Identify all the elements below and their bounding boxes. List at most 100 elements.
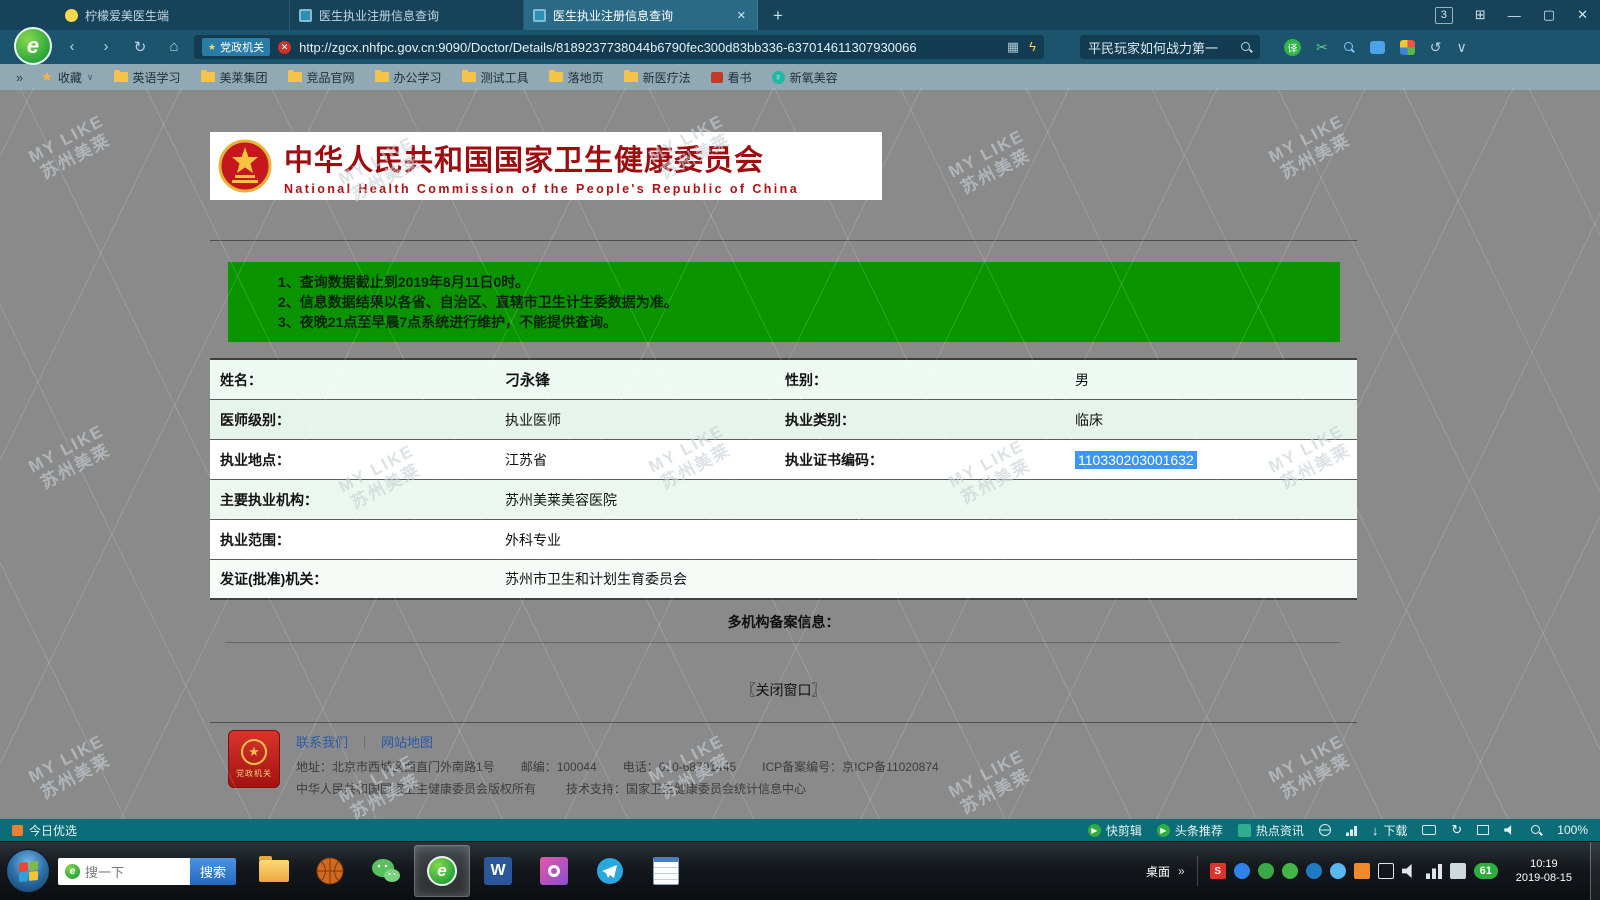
notification-count-badge[interactable]: 61 [1474,863,1498,879]
menu-chevron-icon[interactable]: ∨ [1456,39,1466,56]
tray-display-icon[interactable] [1378,863,1394,879]
undo-icon[interactable]: ↺ [1430,39,1442,56]
taskbar-clock[interactable]: 10:19 2019-08-15 [1506,857,1582,885]
theme-grid-icon[interactable] [1400,40,1415,55]
bookmark-label: 办公学习 [394,69,442,86]
tray-usb-icon[interactable] [1450,863,1466,879]
hot-news-label: 热点资讯 [1256,822,1304,839]
page-search-icon[interactable] [1530,824,1542,836]
browser-icon: e [427,856,457,886]
desktop-toolbar-label[interactable]: 桌面 [1146,863,1170,880]
url-field[interactable]: ★党政机关 ✕ http://zgcx.nhfpc.gov.cn:9090/Do… [194,35,1044,59]
bookmark-item[interactable]: 美莱集团 [191,64,278,90]
browser-logo-icon[interactable]: e [14,27,52,65]
browser-tab-1[interactable]: 柠檬爱美医生端 [56,0,290,30]
monitor-icon[interactable] [1422,825,1436,835]
show-desktop-button[interactable] [1590,842,1600,900]
bookmark-item[interactable]: 新医疗法 [614,64,701,90]
tab-count-badge[interactable]: 3 [1435,7,1453,24]
search-query-text[interactable]: 平民玩家如何战力第一 [1088,38,1234,57]
bookmark-item[interactable]: 竞品官网 [278,64,365,90]
favorites-menu[interactable]: ★ 收藏 ∨ [31,64,103,90]
quick-editor-item[interactable]: ▶快剪辑 [1088,822,1142,839]
refresh-icon[interactable]: ↻ [1451,822,1462,838]
tab-title: 医生执业注册信息查询 [553,7,728,24]
browser-tab-3-active[interactable]: 医生执业注册信息查询 ✕ [524,0,758,30]
headlines-item[interactable]: ▶头条推荐 [1157,822,1223,839]
message-icon[interactable] [1370,41,1385,54]
download-item[interactable]: ↓下载 [1372,822,1408,839]
signal-icon[interactable] [1346,825,1357,836]
notice-line: 2、信息数据结果以各省、自治区、直辖市卫生计生委数据为准。 [278,292,1340,312]
field-value: 110330203001632 [1075,452,1357,468]
table-row: 执业范围： 外科专业 [210,520,1357,560]
gov-site-badge[interactable]: ★ 党政机关 [228,730,280,788]
tray-network-icon[interactable] [1426,863,1442,879]
photos-taskbar-button[interactable] [526,845,582,897]
bookmark-item[interactable]: 看书 [701,64,762,90]
sitemap-link[interactable]: 网站地图 [381,732,433,751]
close-button[interactable]: ✕ [1577,7,1588,23]
search-button[interactable]: 搜索 [190,858,236,885]
forward-icon[interactable]: › [98,38,114,56]
sidebar-toggle-icon[interactable]: » [8,70,31,85]
wechat-taskbar-button[interactable] [358,845,414,897]
tray-netdisk-icon[interactable] [1234,863,1250,879]
window-panel-icon[interactable] [1477,825,1489,835]
zoom-search-icon[interactable] [1343,41,1355,53]
word-taskbar-button[interactable]: W [470,845,526,897]
url-text[interactable]: http://zgcx.nhfpc.gov.cn:9090/Doctor/Det… [299,40,999,55]
tray-update-icon[interactable] [1354,863,1370,879]
soyoung-icon: ♀ [772,71,785,84]
browser-tab-2[interactable]: 医生执业注册信息查询 [290,0,524,30]
tray-wechat-icon[interactable] [1282,863,1298,879]
refresh-icon[interactable]: ↻ [132,38,148,56]
folder-icon [624,72,638,82]
zoom-level[interactable]: 100% [1557,823,1588,837]
lightning-icon[interactable]: ϟ [1029,39,1036,55]
speaker-icon[interactable] [1504,825,1515,836]
tray-cloud-icon[interactable] [1330,863,1346,879]
explorer-taskbar-button[interactable] [246,845,302,897]
minimize-button[interactable]: — [1508,8,1521,23]
notes-taskbar-button[interactable] [638,845,694,897]
browser-tab-bar: 柠檬爱美医生端 医生执业注册信息查询 医生执业注册信息查询 ✕ + 3 ⊞ — … [0,0,1600,30]
divider [210,240,1357,241]
home-icon[interactable]: ⌂ [166,38,182,56]
contact-us-link[interactable]: 联系我们 [296,732,348,751]
translate-icon[interactable]: 译 [1284,39,1301,56]
tray-qq-icon[interactable] [1306,863,1322,879]
expand-chevron-icon[interactable]: » [1178,864,1185,878]
new-tab-button[interactable]: + [764,4,792,28]
back-icon[interactable]: ‹ [64,38,80,56]
close-window-link[interactable]: 〖关闭窗口〗 [210,680,1357,700]
browser-quick-bar: 今日优选 ▶快剪辑 ▶头条推荐 热点资讯 ↓下载 ↻ 100% [0,819,1600,841]
daily-picks[interactable]: 今日优选 [12,822,77,839]
bookmark-item[interactable]: 英语学习 [104,64,191,90]
bookmark-item[interactable]: 测试工具 [452,64,539,90]
site-title-en: National Health Commission of the People… [284,182,799,196]
globe-icon[interactable] [1319,824,1331,836]
tab-title: 柠檬爱美医生端 [85,7,280,24]
qr-code-icon[interactable]: ▦ [1007,39,1019,55]
tab-grid-icon[interactable]: ⊞ [1475,7,1486,23]
field-label: 医师级别： [210,410,505,430]
bookmark-item[interactable]: 办公学习 [365,64,452,90]
search-icon[interactable] [1240,41,1252,53]
tray-volume-icon[interactable] [1402,863,1418,879]
start-button[interactable] [6,849,50,893]
tab-close-icon[interactable]: ✕ [735,9,748,22]
basketball-app-button[interactable] [302,845,358,897]
browser-search-box[interactable]: 平民玩家如何战力第一 [1080,35,1260,59]
hot-news-item[interactable]: 热点资讯 [1238,822,1304,839]
telegram-taskbar-button[interactable] [582,845,638,897]
daily-picks-icon [12,825,23,836]
tray-sogou-icon[interactable]: S [1210,863,1226,879]
bookmark-item[interactable]: ♀新氧美容 [762,64,848,90]
tray-security-icon[interactable] [1258,863,1274,879]
scissors-icon[interactable]: ✂ [1316,39,1328,56]
maximize-button[interactable]: ▢ [1543,7,1555,23]
bookmark-item[interactable]: 落地页 [539,64,614,90]
taskbar-search-input[interactable]: e 搜一下 [58,858,190,885]
browser-taskbar-button-active[interactable]: e [414,845,470,897]
